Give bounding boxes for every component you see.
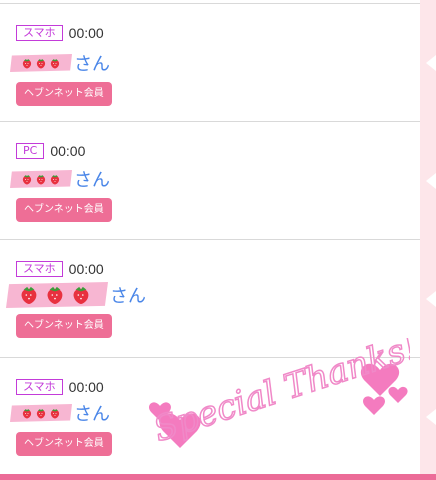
masking-tape xyxy=(10,404,72,422)
strawberry-icon xyxy=(50,58,60,68)
member-badge: ヘブンネット会員 xyxy=(16,432,112,456)
device-badge: スマホ xyxy=(16,25,63,41)
device-badge: スマホ xyxy=(16,379,63,395)
member-badge: ヘブンネット会員 xyxy=(16,314,112,338)
masking-tape xyxy=(10,170,72,188)
device-badge: スマホ xyxy=(16,261,63,277)
name-suffix: さん xyxy=(74,404,110,425)
masking-tape xyxy=(10,54,72,72)
strawberry-icon xyxy=(36,408,46,418)
entry-header: PC 00:00 xyxy=(16,142,85,160)
strawberry-icon xyxy=(73,286,89,304)
visitor-name[interactable]: さん xyxy=(10,164,110,194)
chevron-left-icon xyxy=(426,55,436,71)
strawberry-icon xyxy=(36,58,46,68)
visitor-name[interactable]: さん xyxy=(10,48,110,78)
name-suffix: さん xyxy=(74,54,110,75)
side-decoration-strip xyxy=(420,0,436,474)
strawberry-icon xyxy=(47,286,63,304)
name-suffix: さん xyxy=(110,286,146,307)
strawberry-icon xyxy=(36,174,46,184)
entry-header: スマホ 00:00 xyxy=(16,260,104,278)
member-badge: ヘブンネット会員 xyxy=(16,82,112,106)
visit-time: 00:00 xyxy=(68,25,104,41)
special-thanks-text: Special Thanks!! xyxy=(149,338,410,450)
visitor-entry: PC 00:00 さん ヘブンネット会員 xyxy=(0,121,420,239)
visit-time: 00:00 xyxy=(68,379,104,395)
visitor-name[interactable]: さん xyxy=(6,280,146,310)
visit-time: 00:00 xyxy=(50,143,86,159)
bottom-accent-bar xyxy=(0,474,436,480)
entry-header: スマホ 00:00 xyxy=(16,24,104,42)
strawberry-icon xyxy=(50,174,60,184)
strawberry-icon xyxy=(22,174,32,184)
strawberry-icon xyxy=(50,408,60,418)
name-suffix: さん xyxy=(74,170,110,191)
chevron-left-icon xyxy=(426,291,436,307)
strawberry-icon xyxy=(22,408,32,418)
masking-tape xyxy=(6,282,108,308)
strawberry-icon xyxy=(22,58,32,68)
device-badge: PC xyxy=(16,143,45,159)
strawberry-icon xyxy=(21,286,37,304)
visitor-name[interactable]: さん xyxy=(10,398,110,428)
visitor-entry: スマホ 00:00 さん ヘブンネット会員 xyxy=(0,3,420,121)
entry-header: スマホ 00:00 xyxy=(16,378,104,396)
member-badge: ヘブンネット会員 xyxy=(16,198,112,222)
visit-time: 00:00 xyxy=(68,261,104,277)
chevron-left-icon xyxy=(426,409,436,425)
special-thanks-decoration: Special Thanks!! xyxy=(148,338,410,451)
chevron-left-icon xyxy=(426,173,436,189)
